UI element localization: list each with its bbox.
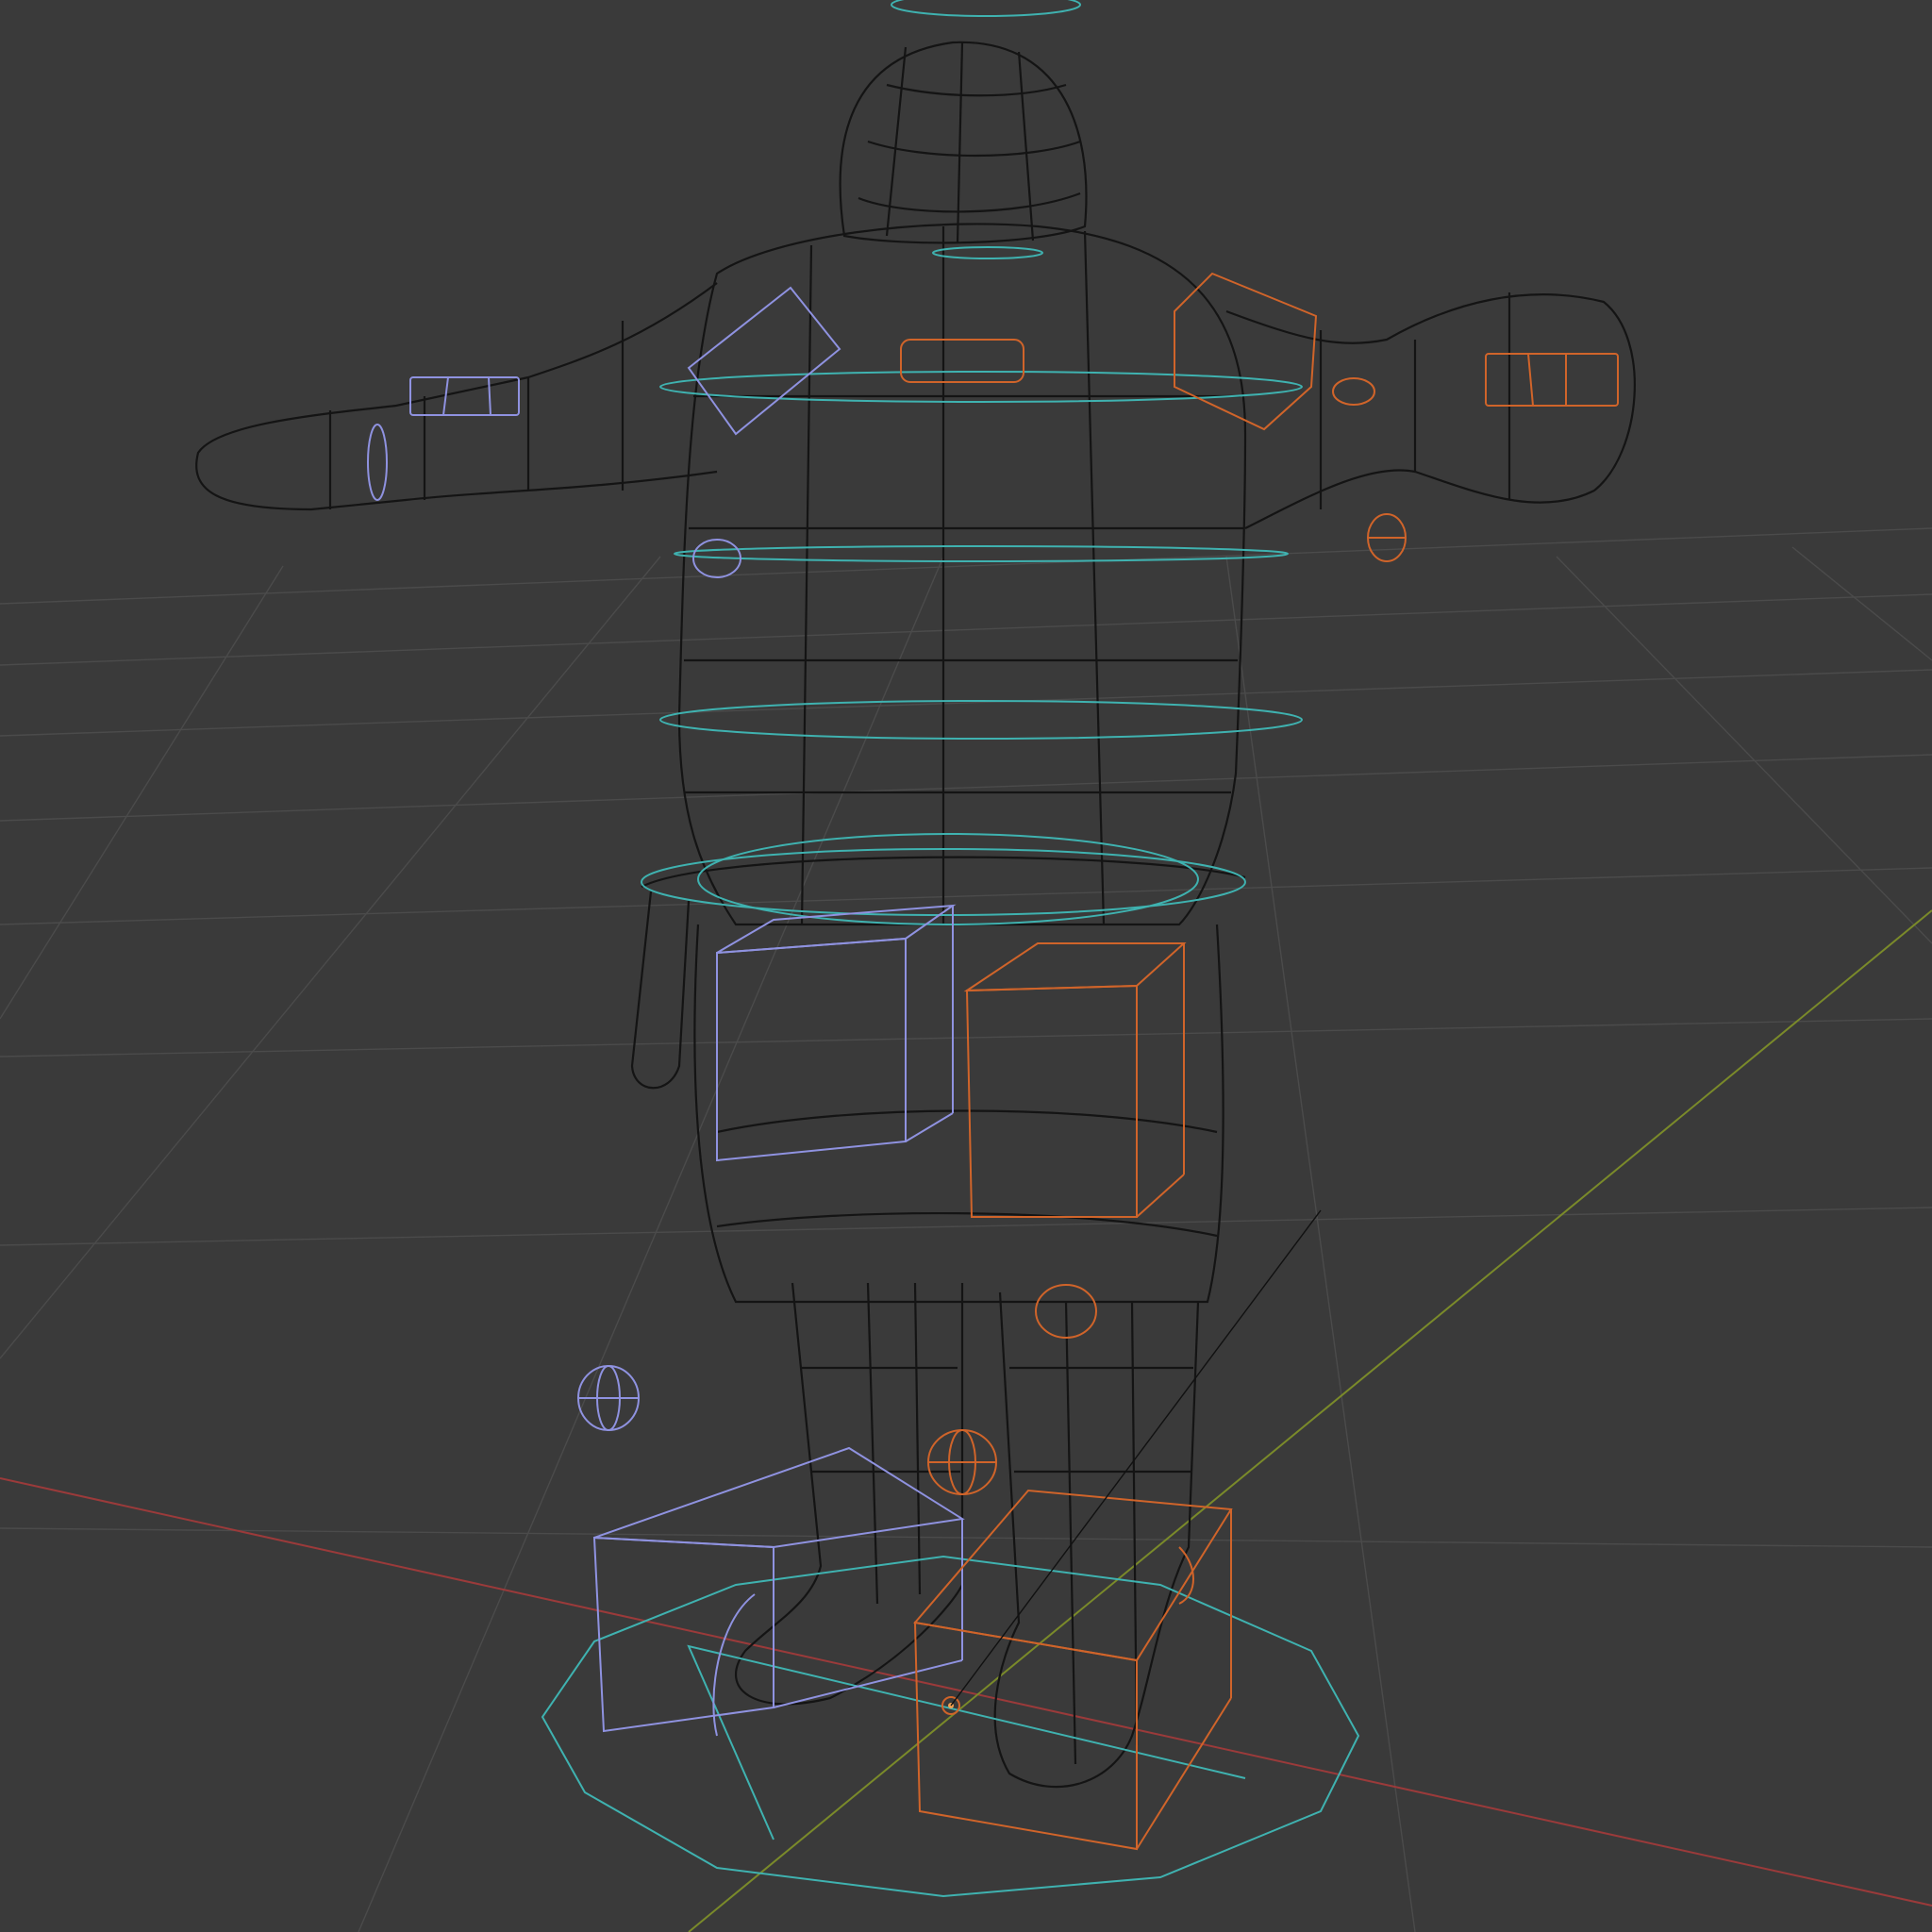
x-axis-line bbox=[0, 1477, 1932, 1907]
hips-control[interactable] bbox=[697, 833, 1199, 925]
right-chest-control[interactable] bbox=[900, 339, 1024, 383]
origin-point[interactable] bbox=[941, 1209, 1322, 1715]
spine-lower-control[interactable] bbox=[659, 700, 1303, 740]
spine-upper-control[interactable] bbox=[674, 545, 1289, 562]
head-top-control[interactable] bbox=[891, 0, 1081, 17]
y-axis-line bbox=[688, 909, 1932, 1932]
left-shoulder-control[interactable] bbox=[687, 286, 841, 436]
neck-control[interactable] bbox=[932, 246, 1043, 259]
right-shoulder-control[interactable] bbox=[1174, 272, 1318, 431]
left-wrist-control[interactable] bbox=[367, 424, 388, 501]
right-hand-control[interactable] bbox=[1485, 353, 1619, 407]
spine-controls[interactable] bbox=[641, 0, 1303, 925]
3d-viewport[interactable] bbox=[0, 0, 1932, 1932]
left-arm-controls[interactable] bbox=[367, 286, 841, 578]
chest-control[interactable] bbox=[659, 371, 1303, 403]
root-control[interactable] bbox=[541, 1555, 1360, 1898]
